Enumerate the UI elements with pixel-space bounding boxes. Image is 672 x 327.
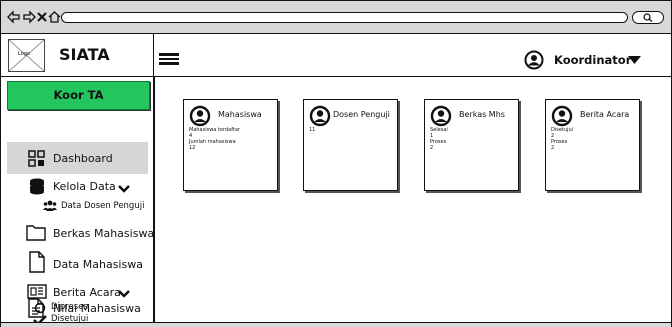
sidebar-item-kelola-data[interactable]: Kelola Data xyxy=(1,176,153,198)
browser-toolbar xyxy=(1,1,671,34)
menu-icon[interactable] xyxy=(159,53,179,66)
user-avatar-icon xyxy=(524,50,544,70)
card-mahasiswa[interactable]: Mahasiswa Mahasiswa terdaftar 4 Jumlah m… xyxy=(183,99,278,191)
sidebar: Logo SIATA Koor TA Dashboard Kelola Data… xyxy=(1,34,155,325)
address-bar[interactable] xyxy=(61,12,628,23)
user-avatar-icon xyxy=(430,105,452,127)
back-arrow-icon[interactable] xyxy=(7,10,21,24)
card-line: Jumlah mahasiswa xyxy=(189,139,236,145)
search-icon xyxy=(643,13,653,22)
card-line: 11 xyxy=(309,127,316,133)
card-line: Disetujui xyxy=(551,127,573,133)
brand: Logo SIATA xyxy=(1,34,153,77)
sidebar-item-label: Nilai Mahasiswa xyxy=(53,302,141,315)
forward-arrow-icon[interactable] xyxy=(22,10,36,24)
home-icon[interactable] xyxy=(48,10,61,24)
card-line: 2 xyxy=(430,145,434,151)
card-line: 12 xyxy=(189,145,196,151)
sidebar-item-data-mahasiswa[interactable]: Data Mahasiswa xyxy=(1,250,153,276)
close-icon[interactable] xyxy=(37,10,47,24)
card-title: Berita Acara xyxy=(580,110,630,119)
header: Koordinator xyxy=(154,34,671,77)
sidebar-item-label: Kelola Data xyxy=(53,180,116,193)
card-title: Mahasiswa xyxy=(218,110,262,119)
sidebar-item-berkas-mahasiswa[interactable]: Berkas Mahasiswa xyxy=(1,222,155,246)
dashboard-icon xyxy=(28,150,45,167)
app-window: Logo SIATA Koor TA Dashboard Kelola Data… xyxy=(0,0,672,327)
sidebar-item-dashboard[interactable]: Dashboard xyxy=(1,142,153,174)
logo-text: Logo xyxy=(18,51,30,57)
caret-down-icon[interactable] xyxy=(628,56,641,64)
user-avatar-icon xyxy=(551,105,573,127)
card-dosen-penguji[interactable]: Dosen Penguji 11 xyxy=(303,99,398,191)
sidebar-item-nilai-mahasiswa[interactable]: Nilai Mahasiswa xyxy=(1,297,153,321)
card-berkas-mhs[interactable]: Berkas Mhs Selesai 1 Proses 2 xyxy=(424,99,519,191)
app-title: SIATA xyxy=(59,45,110,64)
logo: Logo xyxy=(8,39,45,72)
card-title: Berkas Mhs xyxy=(459,110,505,119)
sidebar-item-label: Data Dosen Penguji xyxy=(61,201,145,211)
sidebar-item-label: Berkas Mahasiswa xyxy=(53,227,155,240)
database-icon xyxy=(30,178,44,195)
card-line: 2 xyxy=(551,145,555,151)
horizontal-scrollbar[interactable] xyxy=(1,322,671,327)
sidebar-item-data-dosen-penguji[interactable]: Data Dosen Penguji xyxy=(1,199,153,213)
chevron-down-icon[interactable] xyxy=(118,185,130,193)
sidebar-item-label: Data Mahasiswa xyxy=(53,258,143,271)
document-icon xyxy=(28,298,44,318)
file-icon xyxy=(29,251,45,273)
card-berita-acara[interactable]: Berita Acara Disetujui 2 Proses 2 xyxy=(545,99,640,191)
card-line: Mahasiswa terdaftar xyxy=(189,127,240,133)
sidebar-item-label: Dashboard xyxy=(53,152,113,165)
folder-icon xyxy=(26,225,46,241)
user-role-label: Koordinator xyxy=(554,53,632,67)
user-avatar-icon xyxy=(309,105,331,127)
role-button[interactable]: Koor TA xyxy=(7,81,150,110)
user-avatar-icon xyxy=(189,105,211,127)
users-icon xyxy=(43,200,57,211)
search-box[interactable] xyxy=(632,11,664,24)
card-title: Dosen Penguji xyxy=(333,110,390,119)
